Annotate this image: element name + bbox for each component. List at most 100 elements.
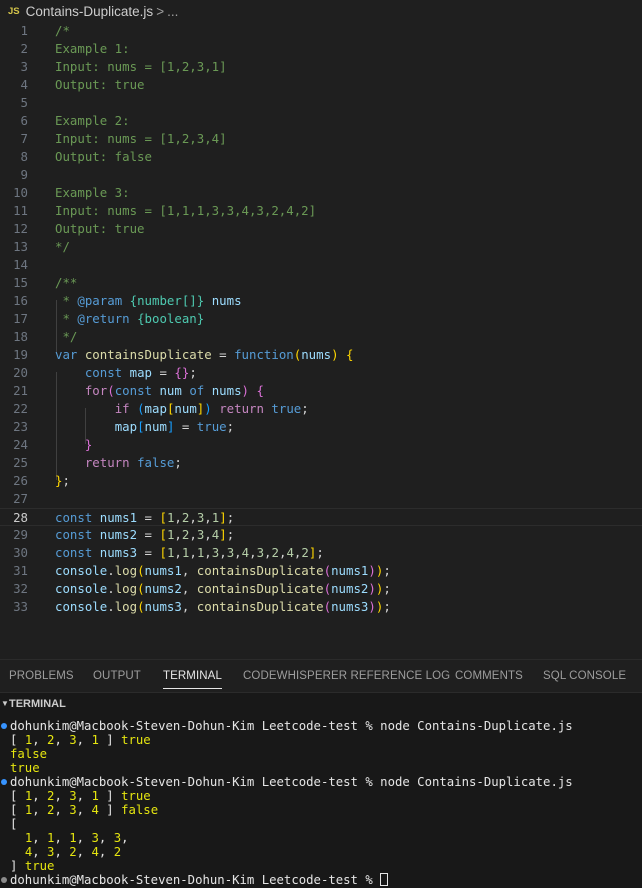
terminal-line: false [10,747,47,761]
code-token: Input: nums = [1,1,1,3,3,4,3,2,4,2] [55,203,317,218]
terminal-text: 2 [113,845,122,859]
code-line[interactable]: 6 Example 2: [0,112,642,130]
code-token: [ [159,527,167,542]
terminal-text: , [76,789,92,803]
code-line[interactable]: 33 console.log(nums3, containsDuplicate(n… [0,598,642,616]
line-number: 13 [13,239,28,254]
code-text: }; [55,472,70,490]
code-token: } [84,437,93,452]
code-token: nums2 [144,581,182,596]
tab-sql-console[interactable]: SQL CONSOLE [543,660,626,692]
code-line[interactable]: 1 /* [0,22,642,40]
terminal-text: , [32,845,48,859]
code-line[interactable]: 2 Example 1: [0,40,642,58]
command-status-dot-icon[interactable] [1,723,7,729]
terminal-line: [ [10,817,17,831]
terminal-cursor[interactable] [380,873,389,886]
tab-output[interactable]: OUTPUT [93,660,141,692]
breadcrumb-ellipsis[interactable]: ... [167,4,178,19]
breadcrumb-file[interactable]: Contains-Duplicate.js [26,4,154,19]
terminal-text: , [76,845,92,859]
code-line[interactable]: 16 * @param {number[]} nums [0,292,642,310]
terminal-line: dohunkim@Macbook-Steven-Dohun-Kim Leetco… [10,873,389,887]
code-line[interactable]: 15 /** [0,274,642,292]
code-line[interactable]: 27 [0,490,642,508]
code-line[interactable]: 23 map[num] = true; [0,418,642,436]
terminal-text: 1 [91,733,99,747]
code-token: const [55,510,100,525]
code-text: /** [55,274,77,292]
code-line[interactable]: 9 [0,166,642,184]
code-token: , [204,545,212,560]
code-token: const [55,545,100,560]
command-status-dot-icon[interactable] [1,779,7,785]
code-text: */ [55,238,70,256]
code-line[interactable]: 25 return false; [0,454,642,472]
terminal-text: , [98,831,114,845]
line-number: 3 [20,59,28,74]
line-number: 16 [13,293,28,308]
code-line[interactable]: 7 Input: nums = [1,2,3,4] [0,130,642,148]
code-line[interactable]: 29 const nums2 = [1,2,3,4]; [0,526,642,544]
code-line[interactable]: 14 [0,256,642,274]
code-token: [ [159,545,167,560]
code-line[interactable]: 18 */ [0,328,642,346]
code-line[interactable]: 17 * @return {boolean} [0,310,642,328]
code-line[interactable]: 4 Output: true [0,76,642,94]
tab-problems[interactable]: PROBLEMS [9,660,74,692]
code-line[interactable]: 12 Output: true [0,220,642,238]
tab-comments[interactable]: COMMENTS [455,660,523,692]
code-text: */ [55,328,77,346]
code-editor[interactable]: 1 /* 2 Example 1: 3 Input: nums = [1,2,3,1] 4 O… [0,21,642,651]
tab-codewhisperer-reference-log[interactable]: CODEWHISPERER REFERENCE LOG [243,660,450,692]
code-line[interactable]: 13 */ [0,238,642,256]
code-line[interactable]: 5 [0,94,642,112]
code-token: ; [383,563,391,578]
chevron-down-icon[interactable]: ▼ [1,693,9,715]
code-line[interactable]: 3 Input: nums = [1,2,3,1] [0,58,642,76]
code-line[interactable]: 8 Output: false [0,148,642,166]
tab-terminal[interactable]: TERMINAL [163,660,222,692]
command-status-dot-icon[interactable] [1,877,7,883]
line-number: 30 [13,545,28,560]
code-line[interactable]: 30 const nums3 = [1,1,1,3,3,4,3,2,4,2]; [0,544,642,562]
terminal-text: 1 [69,831,77,845]
code-token: map [129,365,152,380]
code-token: [ [137,419,145,434]
code-text: const nums2 = [1,2,3,4]; [55,526,234,544]
code-token: log [114,581,138,596]
code-line[interactable]: 11 Input: nums = [1,1,1,3,3,4,3,2,4,2] [0,202,642,220]
code-line[interactable]: 21 for(const num of nums) { [0,382,642,400]
code-line[interactable]: 32 console.log(nums2, containsDuplicate(n… [0,580,642,598]
code-line[interactable]: 10 Example 3: [0,184,642,202]
terminal-section-header[interactable]: ▼ TERMINAL [0,692,642,714]
code-line[interactable]: 20 const map = {}; [0,364,642,382]
code-token: {} [174,365,190,380]
code-token: , [189,527,197,542]
code-line[interactable]: 31 console.log(nums1, containsDuplicate(n… [0,562,642,580]
code-line[interactable]: 22 if (map[num]) return true; [0,400,642,418]
code-token: ; [383,599,391,614]
code-line[interactable]: 24 } [0,436,642,454]
terminal-line: [ 1, 2, 3, 4 ] false [10,803,158,817]
terminal[interactable]: dohunkim@Macbook-Steven-Dohun-Kim Leetco… [0,714,642,888]
terminal-text: , [54,845,70,859]
terminal-line: true [10,761,40,775]
code-line[interactable]: 26}; [0,472,642,490]
terminal-text: , [32,789,48,803]
code-token: console [55,599,108,614]
code-line[interactable]: 19 var containsDuplicate = function(nums)… [0,346,642,364]
terminal-text: , [76,733,92,747]
line-number: 24 [13,437,28,452]
breadcrumb: JS Contains-Duplicate.js > ... [0,0,642,22]
code-token: * [55,311,78,326]
terminal-text: ] [98,733,122,747]
code-token: ; [189,365,197,380]
line-number: 22 [13,401,28,416]
code-line[interactable]: 28 const nums1 = [1,2,3,1]; [0,508,642,526]
code-token: return [219,401,272,416]
line-number: 15 [13,275,28,290]
terminal-text: [ [10,803,25,817]
